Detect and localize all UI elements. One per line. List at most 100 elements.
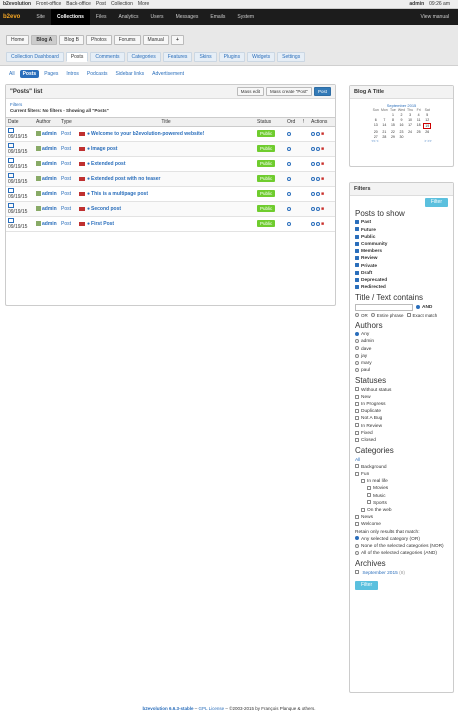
edit-icon[interactable]: [311, 146, 315, 151]
footer-license-link[interactable]: GPL License: [199, 706, 225, 711]
calendar-prev[interactable]: << <: [372, 139, 379, 143]
author-link[interactable]: admin: [42, 221, 57, 227]
edit-icon[interactable]: [311, 161, 315, 166]
tab-skins[interactable]: Skins: [194, 52, 217, 62]
status-dropdown[interactable]: Public: [257, 130, 276, 137]
calendar-day[interactable]: 20: [372, 130, 381, 134]
author-filter-radio[interactable]: [355, 353, 359, 358]
author-link[interactable]: admin: [42, 161, 57, 167]
category-filter-checkbox[interactable]: [355, 471, 359, 476]
edit-date-icon[interactable]: [8, 158, 14, 164]
calendar-day[interactable]: 23: [397, 130, 406, 134]
status-filter-checkbox[interactable]: [355, 401, 359, 406]
comments-icon[interactable]: ●: [87, 221, 90, 227]
status-filter-checkbox[interactable]: [355, 394, 359, 399]
col-priority[interactable]: !: [301, 117, 309, 127]
post-type-link[interactable]: Post: [61, 146, 71, 152]
calendar-day[interactable]: 9: [397, 118, 406, 122]
comments-icon[interactable]: ●: [87, 176, 90, 182]
copy-icon[interactable]: [316, 131, 320, 136]
tab-widgets[interactable]: Widgets: [247, 52, 276, 62]
tab-plugins[interactable]: Plugins: [218, 52, 246, 62]
delete-icon[interactable]: ■: [321, 206, 324, 212]
nav-users[interactable]: Users: [145, 9, 170, 25]
post-status-checkbox[interactable]: [355, 256, 359, 261]
edit-date-icon[interactable]: [8, 173, 14, 179]
col-title[interactable]: Title: [77, 117, 255, 127]
post-status-checkbox[interactable]: [355, 284, 359, 289]
calendar-day[interactable]: 25: [414, 130, 423, 134]
copy-icon[interactable]: [316, 191, 320, 196]
order-icon[interactable]: [287, 161, 291, 166]
post-title-link[interactable]: Extended post: [91, 161, 125, 167]
category-filter-checkbox[interactable]: [361, 507, 365, 512]
edit-icon[interactable]: [311, 221, 315, 226]
delete-icon[interactable]: ■: [321, 191, 324, 197]
type-tab-sidebar-links[interactable]: Sidebar links: [112, 70, 147, 78]
mass-create-button[interactable]: Mass create "Post": [266, 87, 312, 96]
calendar-day[interactable]: 16: [397, 123, 406, 129]
order-icon[interactable]: [287, 131, 291, 136]
calendar-day[interactable]: 12: [423, 118, 432, 122]
nav-files[interactable]: Files: [90, 9, 113, 25]
post-title-link[interactable]: Image post: [91, 146, 117, 152]
tab-home[interactable]: Home: [6, 35, 30, 45]
status-filter-checkbox[interactable]: [355, 387, 359, 392]
nav-collections[interactable]: Collections: [50, 9, 90, 25]
nav-system[interactable]: System: [231, 9, 260, 25]
order-icon[interactable]: [287, 221, 291, 226]
category-mode-radio[interactable]: [355, 550, 359, 555]
edit-icon[interactable]: [311, 176, 315, 181]
status-dropdown[interactable]: Public: [257, 220, 276, 227]
post-type-link[interactable]: Post: [61, 131, 71, 137]
user-menu[interactable]: admin: [409, 1, 424, 7]
tab-forums[interactable]: Forums: [113, 35, 141, 45]
delete-icon[interactable]: ■: [321, 176, 324, 182]
brand-link[interactable]: b2evolution: [3, 1, 31, 7]
post-status-checkbox[interactable]: [355, 263, 359, 268]
order-icon[interactable]: [287, 146, 291, 151]
tab-blog-b[interactable]: Blog B: [59, 35, 85, 45]
edit-date-icon[interactable]: [8, 218, 14, 224]
calendar-day[interactable]: 17: [406, 123, 415, 129]
post-link[interactable]: Post: [96, 1, 106, 7]
tab-collection-dashboard[interactable]: Collection Dashboard: [6, 52, 64, 62]
status-filter-checkbox[interactable]: [355, 437, 359, 442]
front-office-link[interactable]: Front-office: [36, 1, 61, 7]
edit-icon[interactable]: [311, 131, 315, 136]
logo[interactable]: b2evo: [3, 14, 20, 20]
copy-icon[interactable]: [316, 146, 320, 151]
status-dropdown[interactable]: Public: [257, 205, 276, 212]
calendar-day[interactable]: 6: [372, 118, 381, 122]
edit-date-icon[interactable]: [8, 143, 14, 149]
order-icon[interactable]: [287, 206, 291, 211]
calendar-day[interactable]: 1: [389, 113, 398, 117]
post-title-link[interactable]: First Post: [91, 221, 114, 227]
post-type-link[interactable]: Post: [61, 161, 71, 167]
type-tab-pages[interactable]: Pages: [41, 70, 61, 78]
category-mode-radio[interactable]: [355, 543, 359, 548]
status-dropdown[interactable]: Public: [257, 145, 276, 152]
post-status-checkbox[interactable]: [355, 277, 359, 282]
post-status-checkbox[interactable]: [355, 270, 359, 275]
nav-analytics[interactable]: Analytics: [112, 9, 144, 25]
category-filter-checkbox[interactable]: [367, 500, 371, 505]
status-dropdown[interactable]: Public: [257, 190, 276, 197]
archive-checkbox[interactable]: [355, 570, 359, 575]
author-filter-radio[interactable]: [355, 368, 359, 372]
author-link[interactable]: admin: [42, 191, 57, 197]
type-tab-podcasts[interactable]: Podcasts: [84, 70, 111, 78]
tab-comments[interactable]: Comments: [90, 52, 125, 62]
calendar-day[interactable]: 28: [380, 135, 389, 139]
type-tab-advertisement[interactable]: Advertisement: [149, 70, 187, 78]
delete-icon[interactable]: ■: [321, 161, 324, 167]
tab-photos[interactable]: Photos: [86, 35, 112, 45]
status-filter-checkbox[interactable]: [355, 409, 359, 414]
nav-emails[interactable]: Emails: [204, 9, 231, 25]
delete-icon[interactable]: ■: [321, 131, 324, 137]
back-office-link[interactable]: Back-office: [66, 1, 91, 7]
calendar-day[interactable]: 24: [406, 130, 415, 134]
col-type[interactable]: Type: [59, 117, 77, 127]
footer-product-link[interactable]: b2evolution 6.6.3-stable: [142, 706, 193, 711]
nav-messages[interactable]: Messages: [170, 9, 205, 25]
